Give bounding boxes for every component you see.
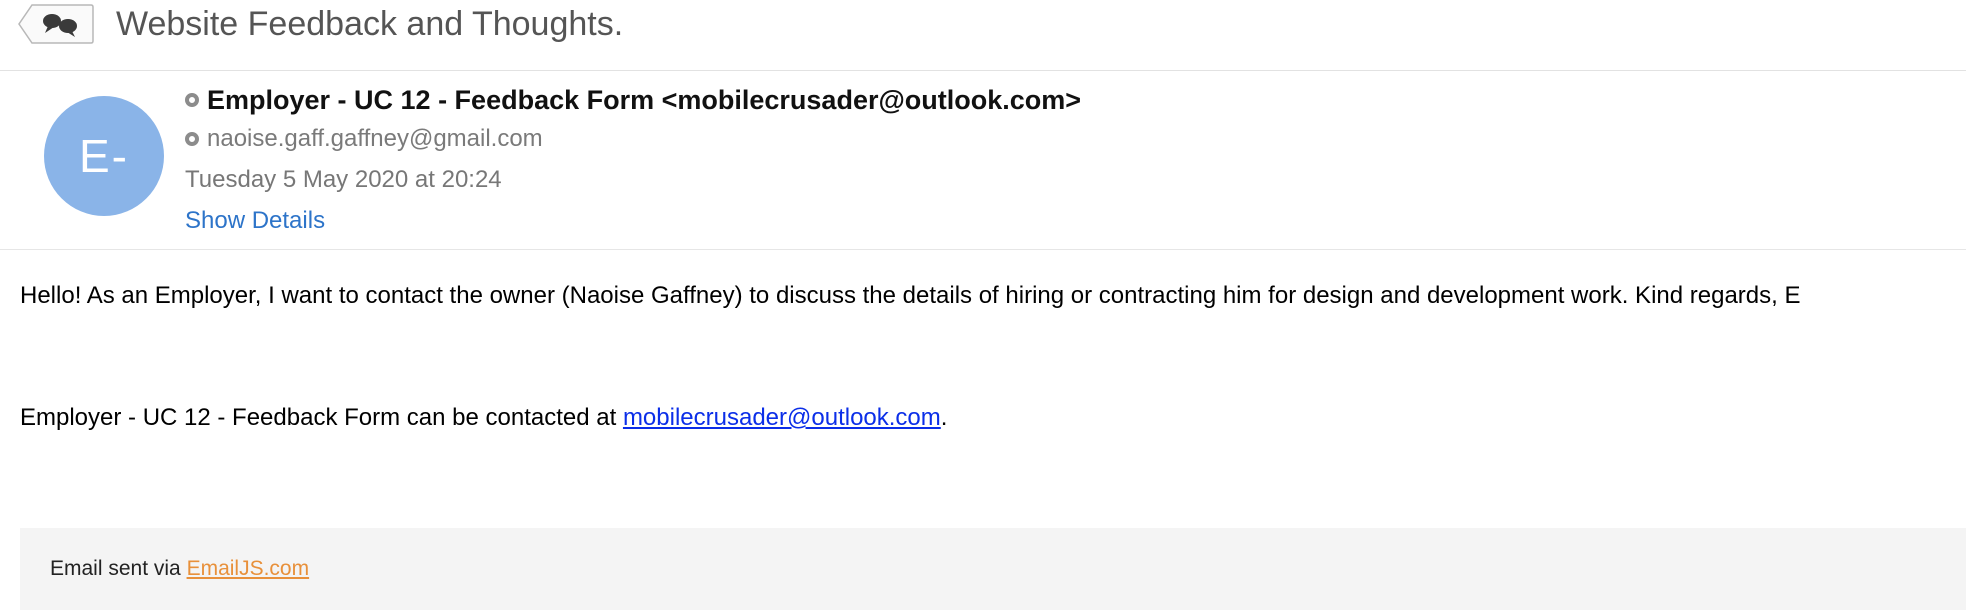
emailjs-link[interactable]: EmailJS.com	[187, 557, 310, 580]
sender-name[interactable]: Employer - UC 12 - Feedback Form <mobile…	[207, 85, 1081, 116]
details-row: Show Details	[185, 205, 325, 237]
email-footer: Email sent via EmailJS.com	[20, 528, 1966, 610]
contact-prefix: Employer - UC 12 - Feedback Form can be …	[20, 404, 623, 431]
sent-date: Tuesday 5 May 2020 at 20:24	[185, 166, 502, 193]
thread-button[interactable]	[18, 4, 94, 44]
contact-email-link[interactable]: mobilecrusader@outlook.com	[623, 404, 941, 431]
recipient-status-icon	[185, 132, 199, 146]
contact-suffix: .	[940, 404, 948, 431]
subject-bar: Website Feedback and Thoughts.	[0, 0, 1966, 71]
avatar: E-	[44, 96, 164, 216]
contact-line: Employer - UC 12 - Feedback Form can be …	[20, 403, 947, 433]
subject-title: Website Feedback and Thoughts.	[116, 5, 624, 43]
speech-bubbles-icon	[18, 4, 94, 44]
footer-text: Email sent via EmailJS.com	[50, 554, 309, 584]
show-details-link[interactable]: Show Details	[185, 207, 325, 235]
message-body: Hello! As an Employer, I want to contact…	[20, 282, 1801, 309]
date-row: Tuesday 5 May 2020 at 20:24	[185, 164, 502, 196]
to-row: naoise.gaff.gaffney@gmail.com	[185, 123, 543, 155]
from-row: Employer - UC 12 - Feedback Form <mobile…	[185, 83, 1081, 117]
message-header: E- Employer - UC 12 - Feedback Form <mob…	[0, 71, 1966, 250]
footer-prefix: Email sent via	[50, 557, 187, 580]
unread-status-icon	[185, 93, 199, 107]
recipient-address[interactable]: naoise.gaff.gaffney@gmail.com	[207, 125, 543, 153]
